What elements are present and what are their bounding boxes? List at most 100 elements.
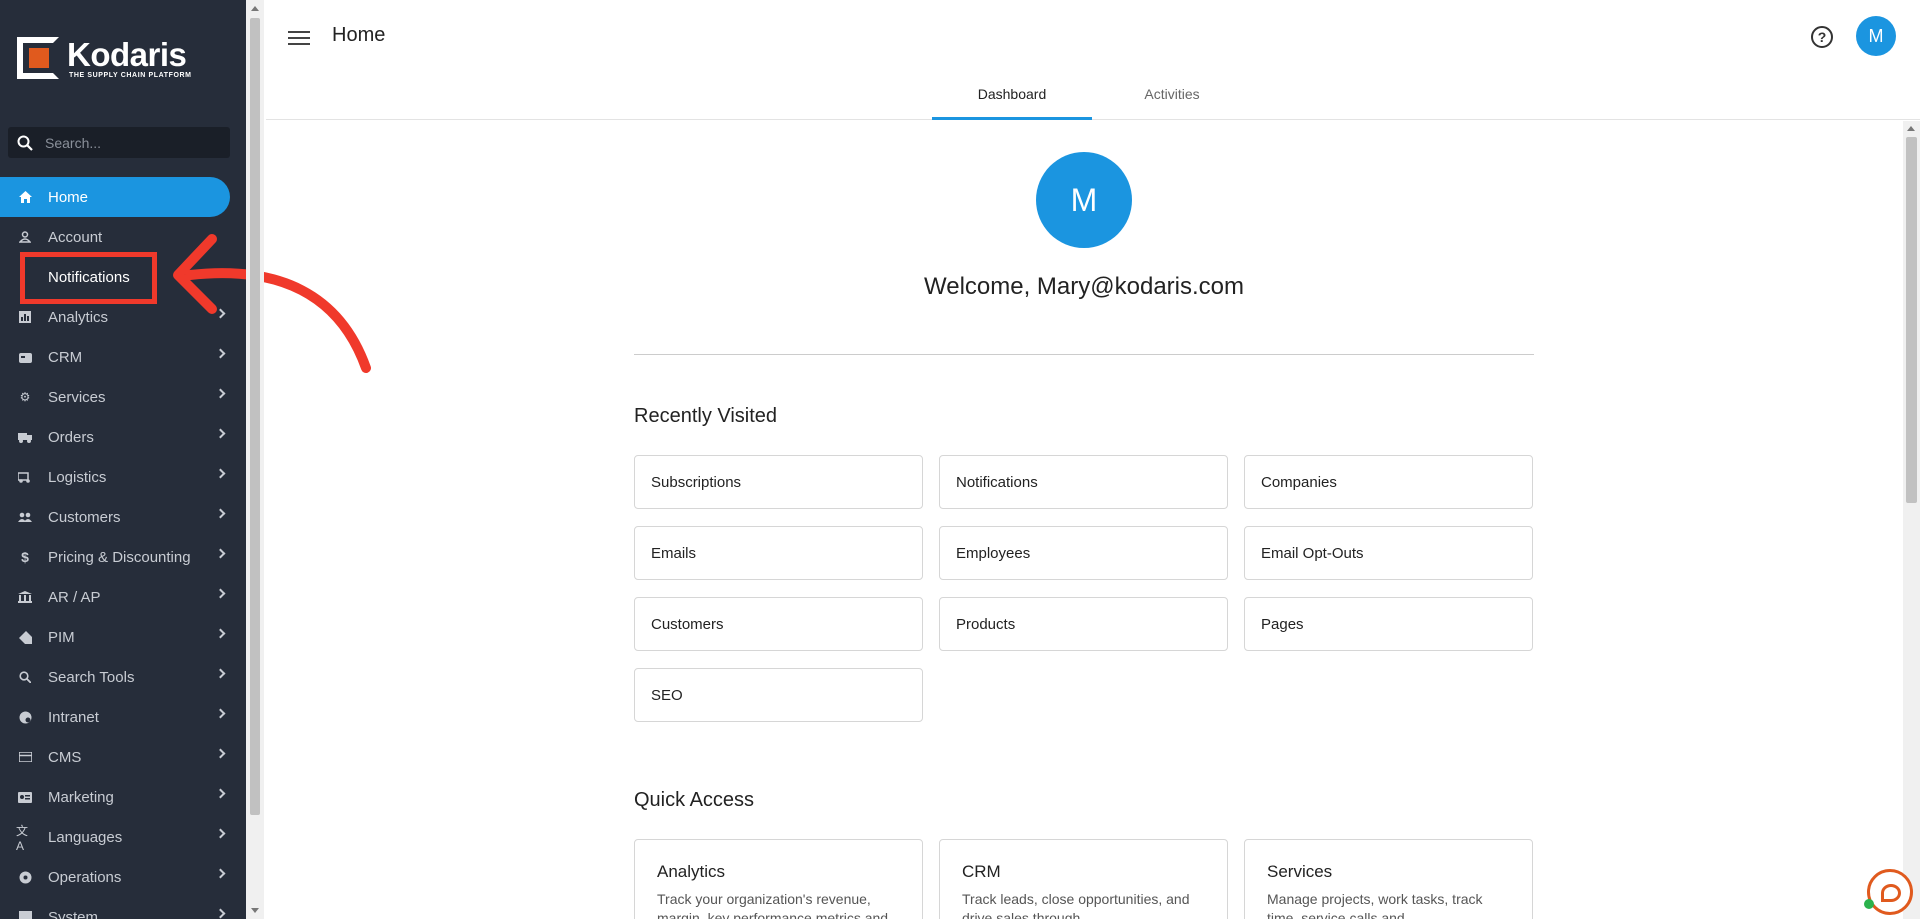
home-icon	[16, 191, 34, 203]
chevron-right-icon	[215, 388, 226, 399]
translate-icon: 文A	[16, 823, 29, 853]
search-icon	[15, 133, 35, 153]
scrollbar-thumb[interactable]	[1906, 137, 1917, 503]
user-avatar[interactable]: M	[1856, 16, 1896, 56]
sidebar-item-label: AR / AP	[48, 588, 101, 606]
sidebar-item-label: Analytics	[48, 308, 109, 326]
chevron-right-icon	[215, 628, 226, 639]
scroll-up-icon[interactable]	[251, 6, 259, 11]
recent-link-companies[interactable]: Companies	[1244, 455, 1533, 509]
sidebar-item-label: CRM	[48, 348, 83, 366]
sidebar-item-ar-ap[interactable]: AR / AP	[0, 577, 246, 617]
sidebar-item-label: PIM	[48, 628, 75, 646]
chevron-right-icon	[215, 468, 226, 479]
people-icon	[16, 512, 34, 522]
sidebar-item-languages[interactable]: 文A Languages	[0, 817, 246, 857]
tag-icon	[16, 630, 34, 644]
chat-support-icon[interactable]	[1864, 869, 1913, 915]
brand-name: Kodaris	[67, 35, 187, 73]
chevron-right-icon	[215, 668, 226, 679]
profile-avatar: M	[1036, 152, 1132, 248]
scrollbar-thumb[interactable]	[250, 18, 260, 815]
recent-link-seo[interactable]: SEO	[634, 668, 923, 722]
quick-access-card-desc: Manage projects, work tasks, track time,…	[1267, 891, 1483, 919]
recently-visited-grid: Subscriptions Notifications Companies Em…	[634, 455, 1534, 722]
sidebar-item-label: Customers	[48, 508, 121, 526]
tab-activities[interactable]: Activities	[1092, 80, 1252, 120]
hamburger-menu-icon[interactable]	[288, 28, 310, 48]
chevron-right-icon	[215, 508, 226, 519]
quick-access-title: Quick Access	[634, 789, 755, 811]
main-content: M Welcome, Mary@kodaris.com Recently Vis…	[266, 121, 1903, 919]
tab-dashboard[interactable]: Dashboard	[932, 80, 1092, 120]
search-input[interactable]	[45, 134, 215, 151]
online-status-dot	[1864, 899, 1874, 909]
logo-mark-icon	[17, 37, 59, 79]
sidebar-item-label: Marketing	[48, 788, 114, 806]
quick-access-card-services[interactable]: Services Manage projects, work tasks, tr…	[1244, 839, 1533, 919]
quick-access-card-title: Services	[1267, 862, 1333, 881]
chevron-right-icon	[215, 548, 226, 559]
recently-visited-title: Recently Visited	[634, 405, 778, 427]
sidebar-item-operations[interactable]: Operations	[0, 857, 246, 897]
sidebar-item-orders[interactable]: Orders	[0, 417, 246, 457]
quick-access-card-crm[interactable]: CRM Track leads, close opportunities, an…	[939, 839, 1228, 919]
intranet-icon	[16, 711, 34, 724]
bank-icon	[16, 591, 34, 603]
chevron-right-icon	[215, 588, 226, 599]
sidebar-item-pricing[interactable]: $ Pricing & Discounting	[0, 537, 246, 577]
operations-icon	[16, 871, 34, 884]
sidebar-item-label: Operations	[48, 868, 122, 886]
recent-link-email-opt-outs[interactable]: Email Opt-Outs	[1244, 526, 1533, 580]
sidebar-item-label: System	[48, 908, 99, 919]
logistics-icon	[16, 471, 34, 483]
sidebar-item-label: CMS	[48, 748, 82, 766]
scroll-up-icon[interactable]	[1907, 126, 1915, 131]
sidebar-item-marketing[interactable]: Marketing	[0, 777, 246, 817]
sidebar-item-customers[interactable]: Customers	[0, 497, 246, 537]
sidebar-item-search-tools[interactable]: Search Tools	[0, 657, 246, 697]
tab-bar: Dashboard Activities	[932, 80, 1252, 120]
chevron-right-icon	[215, 708, 226, 719]
services-icon: ⚙	[19, 390, 31, 404]
sidebar-item-label: Orders	[48, 428, 94, 446]
recent-link-products[interactable]: Products	[939, 597, 1228, 651]
cms-icon	[16, 752, 34, 762]
recent-link-pages[interactable]: Pages	[1244, 597, 1533, 651]
sidebar-item-label: Home	[48, 188, 89, 206]
divider	[634, 354, 1534, 355]
sidebar-scrollbar[interactable]	[246, 0, 264, 919]
recent-link-employees[interactable]: Employees	[939, 526, 1228, 580]
brand-tagline: THE SUPPLY CHAIN PLATFORM	[69, 71, 192, 79]
kodaris-logo[interactable]: Kodaris THE SUPPLY CHAIN PLATFORM	[17, 36, 192, 80]
sidebar-item-label: Account	[48, 228, 103, 246]
recent-link-subscriptions[interactable]: Subscriptions	[634, 455, 923, 509]
recent-link-notifications[interactable]: Notifications	[939, 455, 1228, 509]
quick-access-card-title: CRM	[962, 862, 1001, 881]
quick-access-card-title: Analytics	[657, 862, 726, 881]
system-icon	[16, 911, 34, 919]
chevron-right-icon	[215, 748, 226, 759]
main-scrollbar[interactable]	[1903, 121, 1920, 919]
sidebar-item-cms[interactable]: CMS	[0, 737, 246, 777]
quick-access-card-analytics[interactable]: Analytics Track your organization's reve…	[634, 839, 923, 919]
recent-link-emails[interactable]: Emails	[634, 526, 923, 580]
sidebar-item-pim[interactable]: PIM	[0, 617, 246, 657]
help-icon[interactable]: ?	[1811, 26, 1833, 48]
sidebar-item-label: Intranet	[48, 708, 99, 726]
sidebar-search	[8, 127, 230, 158]
scroll-down-icon[interactable]	[251, 908, 259, 913]
marketing-icon	[16, 791, 34, 803]
sidebar-item-label: Logistics	[48, 468, 107, 486]
sidebar-item-home[interactable]: Home	[0, 177, 230, 217]
sidebar-item-system[interactable]: System	[0, 897, 246, 919]
chevron-right-icon	[215, 788, 226, 799]
sidebar-item-intranet[interactable]: Intranet	[0, 697, 246, 737]
sidebar-item-logistics[interactable]: Logistics	[0, 457, 246, 497]
chevron-right-icon	[215, 868, 226, 879]
analytics-icon	[16, 311, 34, 323]
chevron-right-icon	[215, 428, 226, 439]
search-icon	[16, 671, 34, 683]
recent-link-customers[interactable]: Customers	[634, 597, 923, 651]
chevron-right-icon	[215, 828, 226, 839]
